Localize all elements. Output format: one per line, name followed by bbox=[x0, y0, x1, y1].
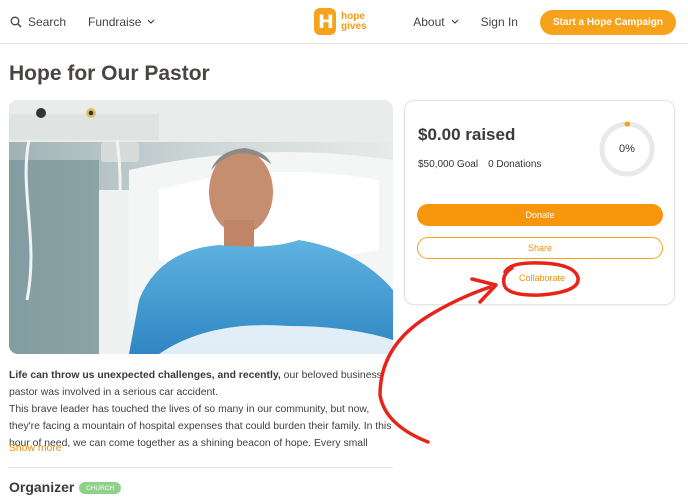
fundraise-menu[interactable]: Fundraise bbox=[88, 15, 155, 29]
logo-wordmark: hope gives bbox=[341, 10, 367, 32]
campaign-story: Life can throw us unexpected challenges,… bbox=[9, 367, 394, 452]
page-title: Hope for Our Pastor bbox=[9, 62, 210, 85]
section-divider bbox=[9, 467, 393, 468]
nav-left-group: Search Fundraise bbox=[10, 0, 155, 44]
hospital-patient-illustration bbox=[9, 100, 393, 354]
story-paragraph: This brave leader has touched the lives … bbox=[9, 404, 392, 449]
organizer-heading: Organizer bbox=[9, 479, 75, 495]
story-lead-bold: Life can throw us unexpected challenges,… bbox=[9, 370, 281, 381]
share-button[interactable]: Share bbox=[417, 237, 663, 259]
search-label: Search bbox=[28, 15, 67, 29]
hope-gives-logo[interactable]: H hope gives bbox=[314, 8, 367, 35]
chevron-down-icon bbox=[451, 19, 459, 24]
logo-line-1: hope bbox=[341, 10, 365, 22]
donation-card: $0.00 raised $50,000 Goal 0 Donations 0%… bbox=[404, 100, 675, 305]
search-link[interactable]: Search bbox=[10, 15, 66, 29]
donate-button[interactable]: Donate bbox=[417, 204, 663, 226]
chevron-down-icon bbox=[147, 19, 155, 24]
top-navigation-bar: Search Fundraise H hope gives About Sign… bbox=[0, 0, 688, 44]
donation-count: 0 Donations bbox=[488, 159, 542, 170]
nav-right-group: About Sign In Start a Hope Campaign bbox=[413, 0, 676, 44]
goal-row: $50,000 Goal 0 Donations bbox=[418, 159, 541, 170]
search-icon bbox=[10, 16, 22, 28]
start-campaign-button[interactable]: Start a Hope Campaign bbox=[539, 9, 676, 35]
logo-mark: H bbox=[314, 8, 336, 35]
amount-raised: $0.00 raised bbox=[418, 125, 516, 144]
organizer-type-badge: CHURCH bbox=[79, 482, 122, 494]
logo-letter: H bbox=[318, 11, 334, 33]
campaign-hero-image bbox=[9, 100, 393, 354]
goal-amount: $50,000 Goal bbox=[418, 159, 479, 170]
fundraise-label: Fundraise bbox=[88, 15, 142, 29]
collaborate-link[interactable]: Collaborate bbox=[507, 270, 577, 286]
about-menu[interactable]: About bbox=[413, 15, 459, 29]
show-more-link[interactable]: Show more bbox=[9, 443, 62, 454]
about-label: About bbox=[413, 15, 445, 29]
annotation-arrow-curve bbox=[378, 285, 492, 444]
progress-percent: 0% bbox=[619, 143, 635, 155]
logo-line-2: gives bbox=[341, 20, 367, 32]
progress-ring: 0% bbox=[598, 120, 656, 178]
signin-link[interactable]: Sign In bbox=[481, 15, 518, 29]
